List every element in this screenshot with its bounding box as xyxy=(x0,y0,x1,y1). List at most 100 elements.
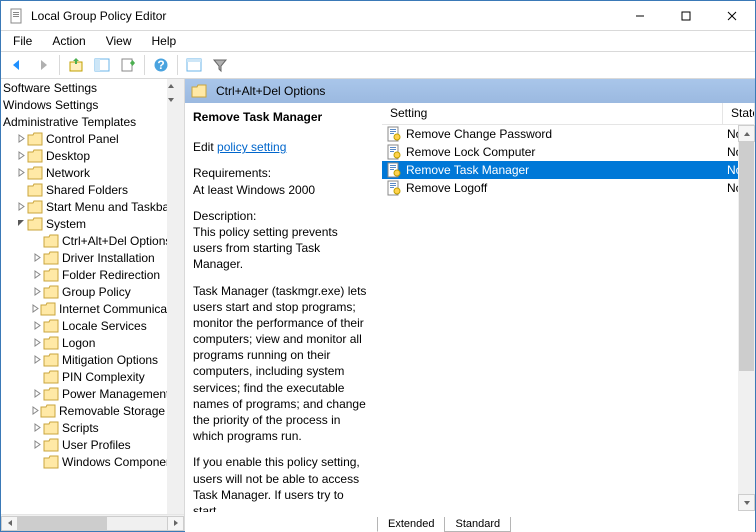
tree-node-administrative-templates[interactable]: Administrative Templates xyxy=(1,113,184,130)
expand-icon xyxy=(31,423,43,432)
tree-node-folder-redirection[interactable]: Folder Redirection xyxy=(1,266,184,283)
tree-node-user-profiles[interactable]: User Profiles xyxy=(1,436,184,453)
tree-node-ctrl-alt-del-options[interactable]: Ctrl+Alt+Del Options xyxy=(1,232,184,249)
policy-label: Remove Logoff xyxy=(406,181,487,195)
tree-item-label: Windows Settings xyxy=(3,98,98,112)
tree-item-label: Mitigation Options xyxy=(62,353,158,367)
policy-icon xyxy=(386,126,402,142)
tab-extended[interactable]: Extended xyxy=(377,517,445,532)
expand-icon xyxy=(15,219,27,228)
policy-label: Remove Lock Computer xyxy=(406,145,535,159)
tree-node-group-policy[interactable]: Group Policy xyxy=(1,283,184,300)
tree-node-internet-communication-management[interactable]: Internet Communication Management xyxy=(1,300,184,317)
svg-text:?: ? xyxy=(157,58,164,72)
tree-item-label: Ctrl+Alt+Del Options xyxy=(62,234,171,248)
tree-node-shared-folders[interactable]: Shared Folders xyxy=(1,181,184,198)
policy-row[interactable]: Remove Change PasswordNot configured xyxy=(382,125,755,143)
tree-item-label: Windows Components xyxy=(62,455,182,469)
tree-node-start-menu-and-taskbar[interactable]: Start Menu and Taskbar xyxy=(1,198,184,215)
tree-node-desktop[interactable]: Desktop xyxy=(1,147,184,164)
policy-icon xyxy=(386,180,402,196)
expand-icon xyxy=(31,253,43,262)
folder-icon xyxy=(43,455,59,469)
policy-row[interactable]: Remove LogoffNot configured xyxy=(382,179,755,197)
tree-node-locale-services[interactable]: Locale Services xyxy=(1,317,184,334)
close-button[interactable] xyxy=(709,1,755,31)
column-state[interactable]: State xyxy=(723,103,755,124)
maximize-button[interactable] xyxy=(663,1,709,31)
title-bar: Local Group Policy Editor xyxy=(1,1,755,31)
minimize-button[interactable] xyxy=(617,1,663,31)
tree-node-logon[interactable]: Logon xyxy=(1,334,184,351)
tree-node-pin-complexity[interactable]: PIN Complexity xyxy=(1,368,184,385)
tree-item-label: Internet Communication Management xyxy=(59,302,184,316)
tree-node-windows-settings[interactable]: Windows Settings xyxy=(1,96,184,113)
edit-prefix: Edit xyxy=(193,140,217,154)
policy-icon xyxy=(386,144,402,160)
tree-item-label: System xyxy=(46,217,86,231)
tree-node-removable-storage-access[interactable]: Removable Storage Access xyxy=(1,402,184,419)
selected-policy-title: Remove Task Manager xyxy=(193,109,369,125)
show-hide-tree-button[interactable] xyxy=(90,53,114,77)
requirements-label: Requirements: xyxy=(193,166,271,180)
tree-node-control-panel[interactable]: Control Panel xyxy=(1,130,184,147)
folder-icon xyxy=(27,217,43,231)
list-header: Setting State xyxy=(382,103,755,125)
tree-node-driver-installation[interactable]: Driver Installation xyxy=(1,249,184,266)
back-button[interactable] xyxy=(5,53,29,77)
folder-icon xyxy=(191,84,207,98)
tree-item-label: Power Management xyxy=(62,387,169,401)
content-header-title: Ctrl+Alt+Del Options xyxy=(216,84,325,98)
expand-icon xyxy=(15,134,27,143)
policy-row[interactable]: Remove Lock ComputerNot configured xyxy=(382,143,755,161)
export-list-button[interactable] xyxy=(116,53,140,77)
menu-view[interactable]: View xyxy=(98,32,140,50)
navigation-tree[interactable]: Software Settings Windows SettingsAdminis… xyxy=(1,79,185,531)
expand-icon xyxy=(31,355,43,364)
folder-icon xyxy=(43,370,59,384)
tree-item-label: Start Menu and Taskbar xyxy=(46,200,173,214)
tree-node-network[interactable]: Network xyxy=(1,164,184,181)
tree-item-label: Desktop xyxy=(46,149,90,163)
tree-node-scripts[interactable]: Scripts xyxy=(1,419,184,436)
help-button[interactable]: ? xyxy=(149,53,173,77)
tree-horizontal-scrollbar[interactable] xyxy=(1,514,184,531)
tab-standard[interactable]: Standard xyxy=(444,517,511,532)
folder-icon xyxy=(43,234,59,248)
app-icon xyxy=(9,8,25,24)
menu-action[interactable]: Action xyxy=(44,32,93,50)
tree-vertical-scrollbar[interactable] xyxy=(167,79,184,514)
description-pane: Remove Task Manager Edit policy setting … xyxy=(185,103,377,531)
main-area: Software Settings Windows SettingsAdminis… xyxy=(1,79,755,531)
column-setting[interactable]: Setting xyxy=(382,103,723,124)
policy-row[interactable]: Remove Task ManagerNot configured xyxy=(382,161,755,179)
all-settings-button[interactable] xyxy=(182,53,206,77)
tree-item-label: Shared Folders xyxy=(46,183,128,197)
expand-icon xyxy=(31,304,40,313)
policy-icon xyxy=(386,162,402,178)
tree-item-label: Removable Storage Access xyxy=(59,404,184,418)
forward-button[interactable] xyxy=(31,53,55,77)
description-p2: Task Manager (taskmgr.exe) lets users st… xyxy=(193,283,369,445)
policy-list: Setting State Remove Change PasswordNot … xyxy=(382,103,755,531)
tree-item-label: Scripts xyxy=(62,421,99,435)
list-vertical-scrollbar[interactable] xyxy=(738,125,755,511)
tree-node-power-management[interactable]: Power Management xyxy=(1,385,184,402)
edit-policy-link[interactable]: policy setting xyxy=(217,140,286,154)
expand-icon xyxy=(31,406,40,415)
tree-node-windows-components[interactable]: Windows Components xyxy=(1,453,184,470)
expand-icon xyxy=(31,440,43,449)
content-area: Ctrl+Alt+Del Options Remove Task Manager… xyxy=(185,79,755,531)
tree-node-software-settings[interactable]: Software Settings xyxy=(1,79,184,96)
folder-icon xyxy=(43,336,59,350)
folder-icon xyxy=(43,353,59,367)
up-button[interactable] xyxy=(64,53,88,77)
tree-node-mitigation-options[interactable]: Mitigation Options xyxy=(1,351,184,368)
menu-file[interactable]: File xyxy=(5,32,40,50)
expand-icon xyxy=(31,270,43,279)
tree-node-system[interactable]: System xyxy=(1,215,184,232)
folder-icon xyxy=(43,387,59,401)
folder-icon xyxy=(40,404,56,418)
filter-button[interactable] xyxy=(208,53,232,77)
menu-help[interactable]: Help xyxy=(144,32,185,50)
